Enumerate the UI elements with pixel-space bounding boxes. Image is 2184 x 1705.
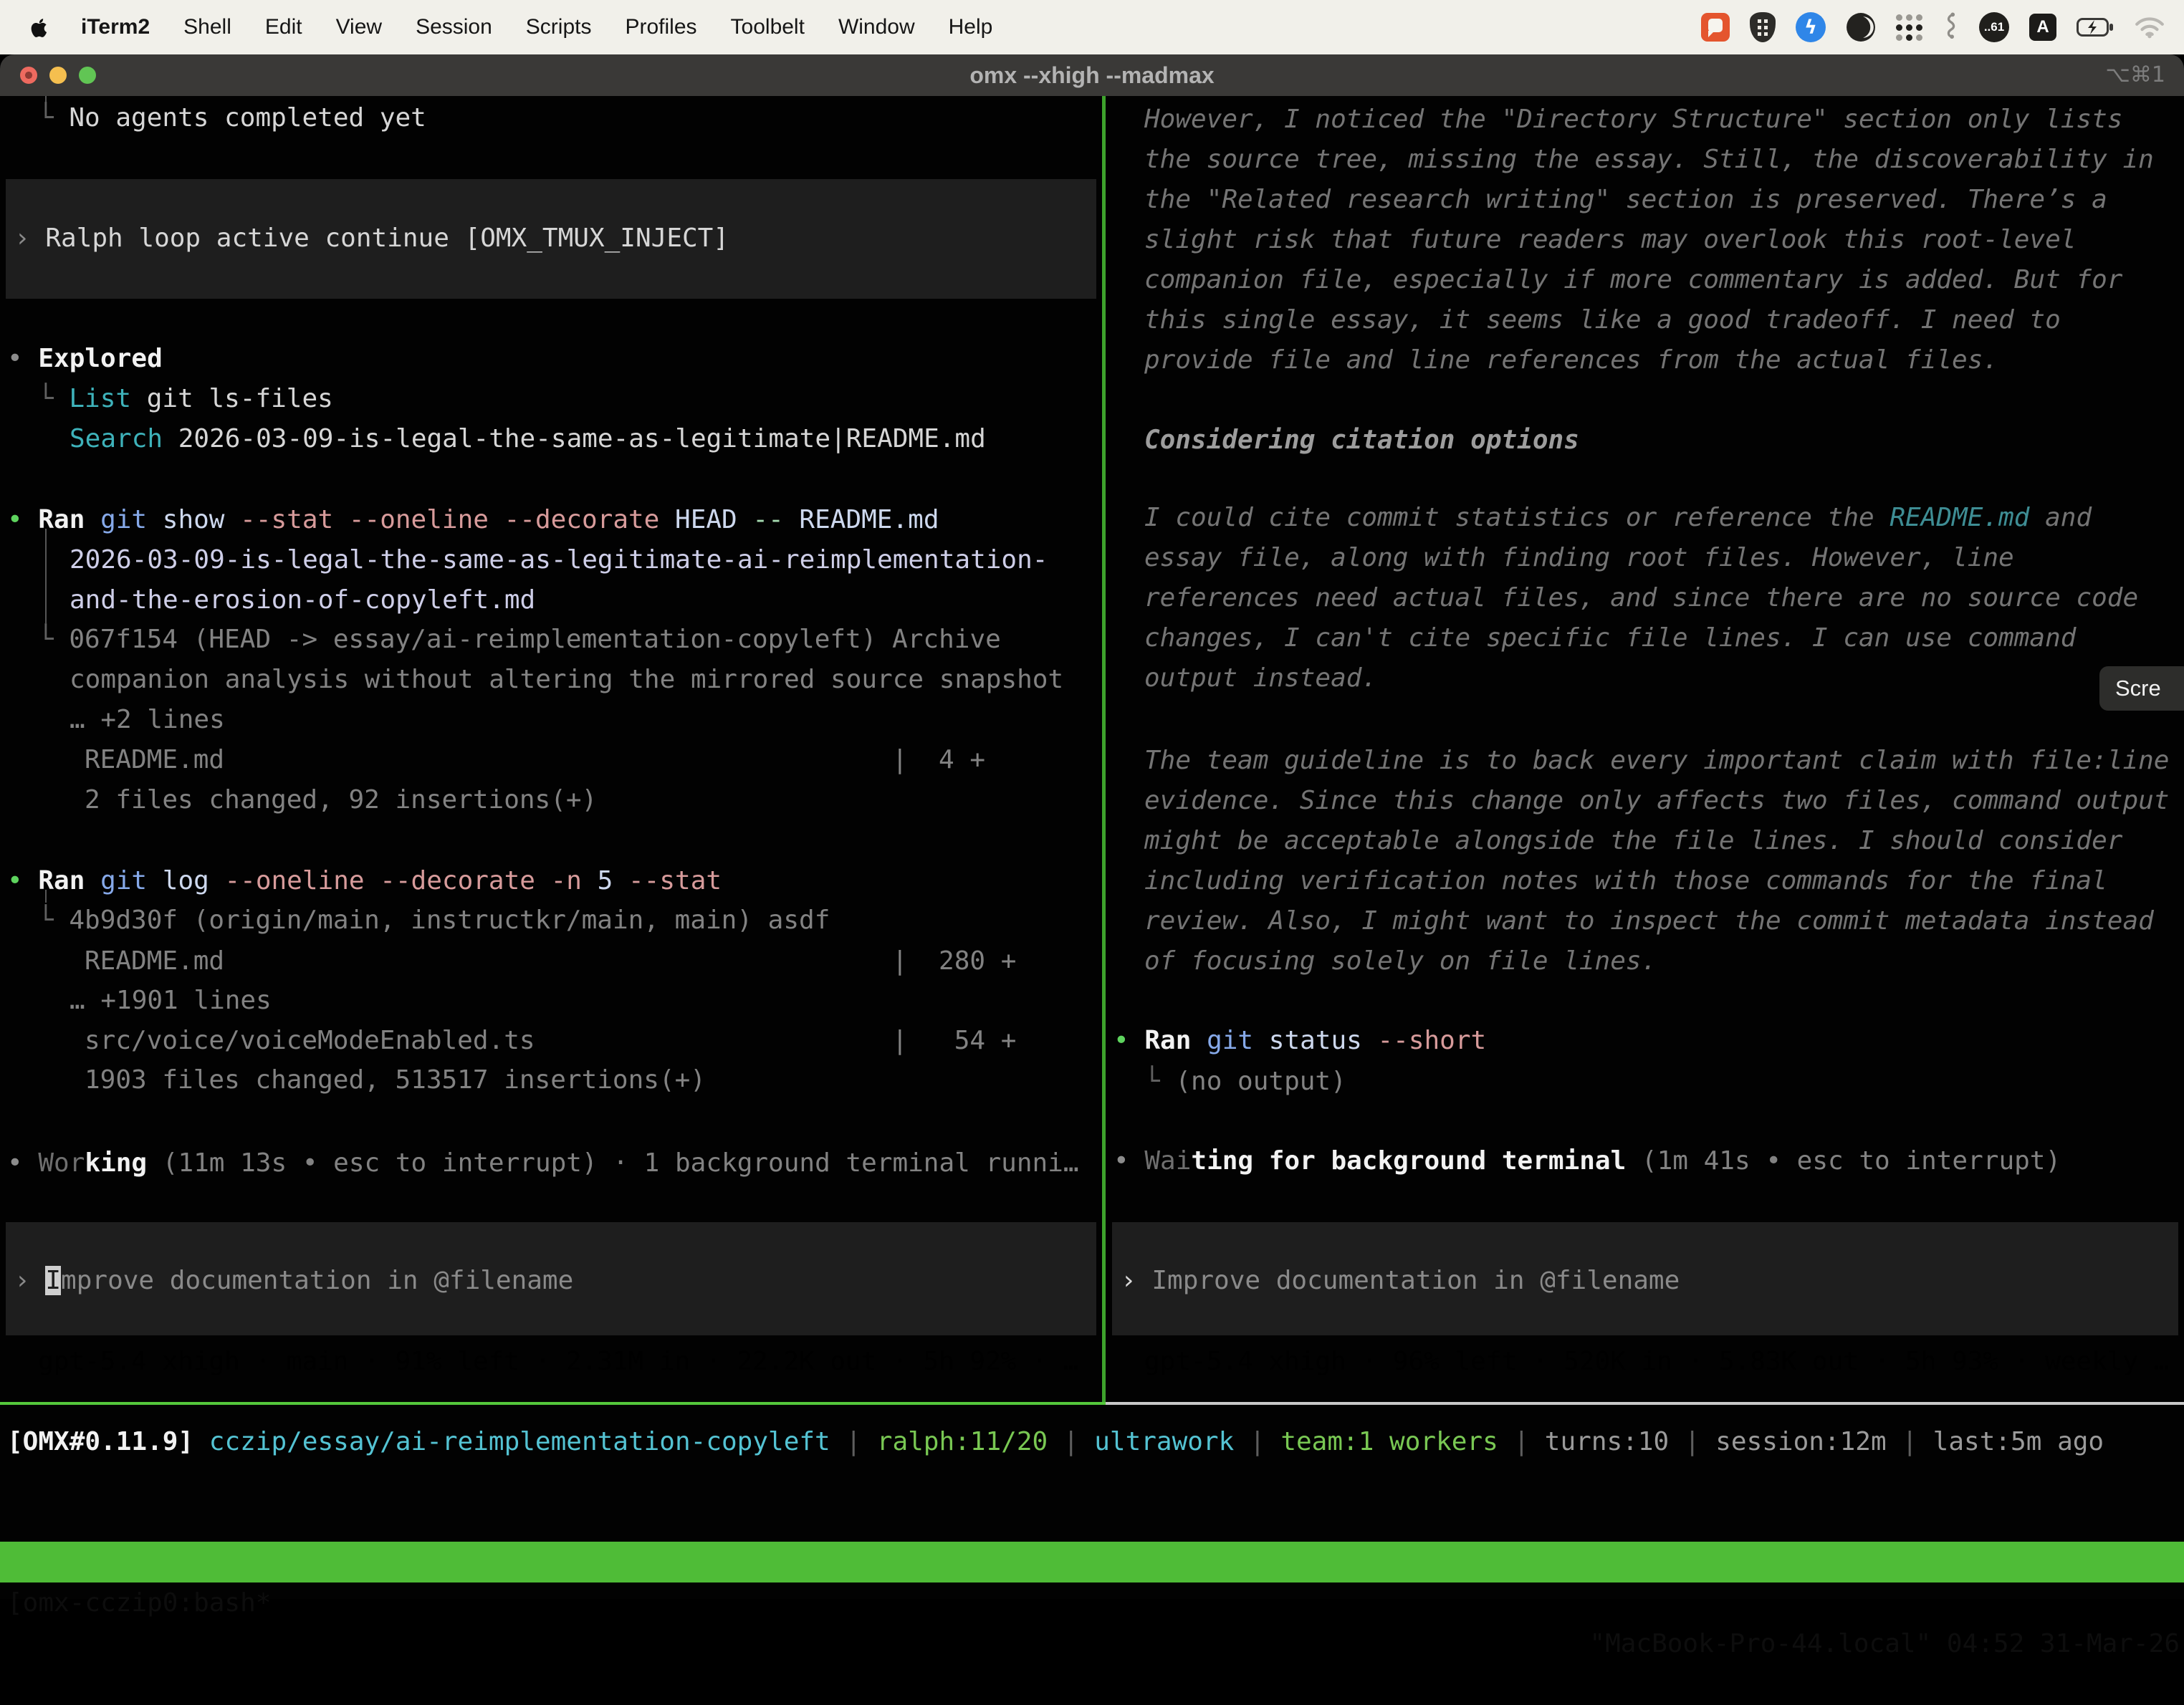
git-show-more-line: … +2 lines — [70, 700, 225, 740]
thinking-paragraph: However, I noticed the "Directory Struct… — [1144, 100, 2154, 380]
thinking-paragraph: I could cite commit statistics or refere… — [1144, 498, 2138, 698]
model-status-line: gpt-5.4 xhigh · main · 91% left · 2.31M … — [38, 1342, 1078, 1382]
tree-guide-line — [45, 529, 47, 623]
git-log-stat-line: src/voice/voiceModeEnabled.ts | 54 + — [85, 1021, 1016, 1061]
explored-header-line: • Explored — [7, 339, 163, 379]
explored-search-line: Search 2026-03-09-is-legal-the-same-as-l… — [70, 419, 986, 459]
moon-app-icon[interactable] — [1846, 12, 1876, 42]
git-show-filename-line: and-the-erosion-of-copyleft.md — [70, 580, 535, 620]
menu-item-iterm2[interactable]: iTerm2 — [81, 15, 150, 39]
agent-result-line: └ No agents completed yet — [38, 98, 426, 138]
prompt-input-box[interactable]: › Improve documentation in @filename — [1112, 1222, 2178, 1335]
menu-status-icons: ϟ ..61 A — [1701, 11, 2165, 43]
menu-item-help[interactable]: Help — [949, 15, 993, 39]
ran-git-show-line: • Ran git show --stat --oneline --decora… — [7, 500, 939, 540]
git-log-more-line: … +1901 lines — [70, 981, 272, 1021]
screenshot-app-icon[interactable] — [1701, 13, 1730, 42]
window-shortcut: ⌥⌘1 — [2105, 54, 2165, 96]
git-show-output-line: companion analysis without altering the … — [70, 660, 1063, 700]
prompt-input-box[interactable]: › Improve documentation in @filename — [6, 1222, 1096, 1335]
menu-item-toolbelt[interactable]: Toolbelt — [731, 15, 805, 39]
model-status-line: gpt-5.4 xhigh · 96% left · 520K in · 5.8… — [1144, 1342, 2169, 1382]
window-title: omx --xhigh --madmax — [0, 54, 2184, 96]
menu-item-profiles[interactable]: Profiles — [625, 15, 696, 39]
explored-list-line: └ List git ls-files — [38, 379, 333, 419]
ran-git-log-line: • Ran git log --oneline --decorate -n 5 … — [7, 861, 722, 901]
prompt-line: › Improve documentation in @filename — [1121, 1261, 1680, 1301]
terminal-content: └ No agents completed yet › Ralph loop a… — [0, 96, 2184, 1599]
git-log-summary-line: 1903 files changed, 513517 insertions(+) — [85, 1060, 706, 1100]
macos-menu-bar: iTerm2 Shell Edit View Session Scripts Profile… — [0, 0, 2184, 54]
tmux-status-bar: [omx-cczip0:bash* "MacBook-Pro-44.local"… — [0, 1542, 2184, 1582]
working-status-line: • Working (11m 13s • esc to interrupt) ·… — [7, 1143, 1079, 1183]
git-show-filename-line: 2026-03-09-is-legal-the-same-as-legitima… — [70, 540, 1048, 580]
git-show-stat-line: README.md | 4 + — [85, 740, 985, 780]
tmux-session-name[interactable]: [omx-cczip0:bash* — [7, 1582, 271, 1623]
dot-grid-app-icon[interactable] — [1896, 14, 1923, 41]
git-show-output-line: └ 067f154 (HEAD -> essay/ai-reimplementa… — [38, 620, 1001, 660]
wifi-icon[interactable] — [2134, 16, 2165, 39]
screen-notification-tooltip: Scre — [2099, 666, 2184, 711]
thinking-section-header: Considering citation options — [1144, 421, 1579, 461]
right-agent-pane[interactable]: However, I noticed the "Directory Struct… — [1106, 96, 2184, 1402]
left-agent-pane[interactable]: └ No agents completed yet › Ralph loop a… — [0, 96, 1102, 1402]
git-log-stat-line: README.md | 280 + — [85, 941, 1016, 981]
shield-app-icon[interactable] — [1750, 12, 1776, 42]
window-title-bar: omx --xhigh --madmax ⌥⌘1 — [0, 54, 2184, 96]
thinking-paragraph: The team guideline is to back every impo… — [1144, 741, 2169, 981]
keyboard-layout-icon[interactable]: A — [2029, 14, 2056, 41]
battery-icon[interactable] — [2077, 17, 2114, 37]
prompt-line-with-cursor: › Improve documentation in @filename — [14, 1261, 573, 1301]
git-show-summary-line: 2 files changed, 92 insertions(+) — [85, 780, 597, 820]
prompt-line: › Ralph loop active continue [OMX_TMUX_I… — [14, 218, 729, 259]
menu-item-session[interactable]: Session — [416, 15, 492, 39]
menu-items: iTerm2 Shell Edit View Session Scripts Profile… — [81, 15, 992, 39]
menu-item-window[interactable]: Window — [838, 15, 915, 39]
omx-status-bar: [OMX#0.11.9] cczip/essay/ai-reimplementa… — [7, 1422, 2104, 1462]
menu-item-view[interactable]: View — [336, 15, 382, 39]
pane-divider[interactable] — [1102, 96, 1106, 1402]
badge-61-app-icon[interactable]: ..61 — [1979, 12, 2009, 42]
prompt-input-box[interactable]: › Ralph loop active continue [OMX_TMUX_I… — [6, 179, 1096, 299]
menu-item-shell[interactable]: Shell — [183, 15, 231, 39]
tmux-host-clock: "MacBook-Pro-44.local" 04:52 31-Mar-26 — [1589, 1623, 2180, 1664]
menu-item-edit[interactable]: Edit — [265, 15, 302, 39]
ran-git-status-line: • Ran git status --short — [1113, 1021, 1486, 1061]
left-pane-bottom-border — [0, 1402, 1106, 1405]
git-status-output-line: └ (no output) — [1144, 1062, 1346, 1102]
menu-item-scripts[interactable]: Scripts — [526, 15, 592, 39]
apple-logo-icon[interactable] — [30, 16, 49, 39]
squiggle-app-icon[interactable] — [1943, 11, 1959, 43]
git-log-output-line: └ 4b9d30f (origin/main, instructkr/main,… — [38, 900, 830, 941]
right-pane-bottom-border — [1106, 1402, 2184, 1405]
messenger-app-icon[interactable]: ϟ — [1796, 12, 1826, 42]
waiting-status-line: • Waiting for background terminal (1m 41… — [1113, 1141, 2061, 1181]
